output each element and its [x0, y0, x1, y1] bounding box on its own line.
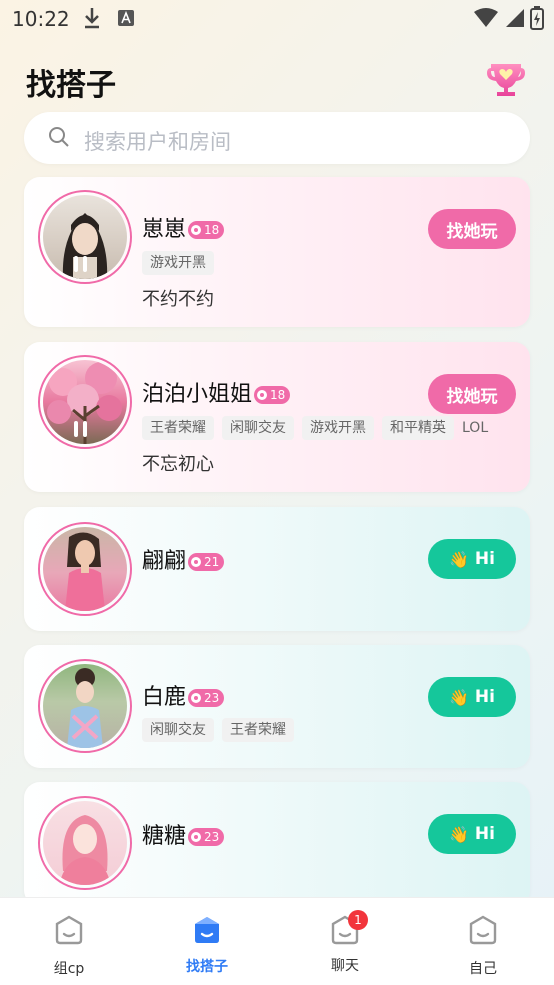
- trophy-icon[interactable]: [484, 56, 528, 100]
- say-hi-label: Hi: [474, 687, 495, 707]
- search-icon: [49, 127, 69, 147]
- tag: LOL: [462, 420, 489, 436]
- download-icon: [85, 8, 99, 29]
- battery-icon: [530, 6, 544, 30]
- search-placeholder: 搜索用户和房间: [84, 130, 231, 154]
- tag: 游戏开黑: [142, 251, 214, 275]
- avatar[interactable]: [38, 796, 132, 890]
- tag: 游戏开黑: [302, 416, 374, 440]
- face-icon: [195, 917, 219, 943]
- avatar[interactable]: [38, 190, 132, 284]
- user-card[interactable]: 糖糖 23 👋 Hi: [24, 782, 530, 906]
- keyboard-a-icon: [118, 10, 134, 26]
- user-card[interactable]: 崽崽 18 游戏开黑 不约不约 找她玩: [24, 177, 530, 327]
- waving-hand-icon: 👋: [449, 824, 469, 844]
- user-name: 泊泊小姐姐: [142, 382, 253, 407]
- play-with-her-button[interactable]: 找她玩: [428, 374, 516, 414]
- user-name: 翩翩: [142, 549, 187, 574]
- location-pin-icon: [191, 693, 202, 703]
- tab-label: 找搭子: [186, 959, 228, 975]
- age-value: 21: [204, 555, 220, 569]
- tag-list: 游戏开黑: [142, 251, 214, 275]
- age-value: 23: [204, 691, 220, 705]
- say-hi-button[interactable]: 👋 Hi: [428, 539, 516, 579]
- tab-me[interactable]: 自己: [414, 898, 552, 985]
- user-name: 糖糖: [142, 824, 187, 849]
- face-icon: [55, 915, 83, 945]
- user-card[interactable]: 白鹿 23 闲聊交友 王者荣耀 👋 Hi: [24, 645, 530, 768]
- status-bar: 10:22: [0, 0, 554, 38]
- bottom-tab-bar: 组cp 找搭子 1 聊天 自己: [0, 897, 554, 985]
- tab-find-partner[interactable]: 找搭子: [138, 898, 276, 985]
- say-hi-label: Hi: [474, 824, 495, 844]
- user-card[interactable]: 泊泊小姐姐 18 王者荣耀 闲聊交友 游戏开黑 和平精英 LOL 不忘初心 找她玩: [24, 342, 530, 492]
- face-icon: [469, 915, 497, 945]
- tag: 闲聊交友: [222, 416, 294, 440]
- tab-cp[interactable]: 组cp: [0, 898, 138, 985]
- tab-label: 组cp: [53, 961, 85, 977]
- tab-chat[interactable]: 1 聊天: [276, 898, 414, 985]
- tag-list: 王者荣耀 闲聊交友 游戏开黑 和平精英 LOL: [142, 416, 518, 440]
- say-hi-label: Hi: [474, 549, 495, 569]
- tab-label: 聊天: [331, 958, 359, 974]
- avatar[interactable]: [38, 355, 132, 449]
- user-name: 白鹿: [142, 685, 187, 710]
- status-time: 10:22: [12, 7, 70, 31]
- tag: 闲聊交友: [142, 718, 214, 742]
- waving-hand-icon: 👋: [449, 549, 469, 569]
- location-pin-icon: [257, 390, 268, 400]
- pause-icon[interactable]: [74, 256, 87, 272]
- signature: 不忘初心: [142, 454, 214, 475]
- age-badge: 23: [188, 689, 225, 707]
- page-title: 找搭子: [26, 68, 116, 103]
- age-badge: 18: [188, 221, 225, 239]
- play-with-her-button[interactable]: 找她玩: [428, 209, 516, 249]
- age-badge: 23: [188, 828, 225, 846]
- user-card[interactable]: 翩翩 21 👋 Hi: [24, 507, 530, 631]
- say-hi-button[interactable]: 👋 Hi: [428, 677, 516, 717]
- tag-list: 闲聊交友 王者荣耀: [142, 718, 294, 742]
- avatar[interactable]: [38, 522, 132, 616]
- unread-badge: 1: [348, 910, 368, 930]
- user-name: 崽崽: [142, 217, 187, 242]
- avatar[interactable]: [38, 659, 132, 753]
- tab-label: 自己: [469, 961, 497, 977]
- location-pin-icon: [191, 225, 202, 235]
- tag: 王者荣耀: [222, 718, 294, 742]
- location-pin-icon: [191, 557, 202, 567]
- signature: 不约不约: [142, 289, 214, 310]
- say-hi-button[interactable]: 👋 Hi: [428, 814, 516, 854]
- age-value: 23: [204, 830, 220, 844]
- location-pin-icon: [191, 832, 202, 842]
- tag: 和平精英: [382, 416, 454, 440]
- search-bar[interactable]: 搜索用户和房间: [24, 112, 530, 164]
- age-badge: 18: [254, 386, 291, 404]
- age-badge: 21: [188, 553, 225, 571]
- age-value: 18: [270, 388, 286, 402]
- pause-icon[interactable]: [74, 421, 87, 437]
- tag: 王者荣耀: [142, 416, 214, 440]
- age-value: 18: [204, 223, 220, 237]
- signal-icon: [506, 9, 524, 27]
- wifi-icon: [474, 8, 498, 27]
- waving-hand-icon: 👋: [449, 687, 469, 707]
